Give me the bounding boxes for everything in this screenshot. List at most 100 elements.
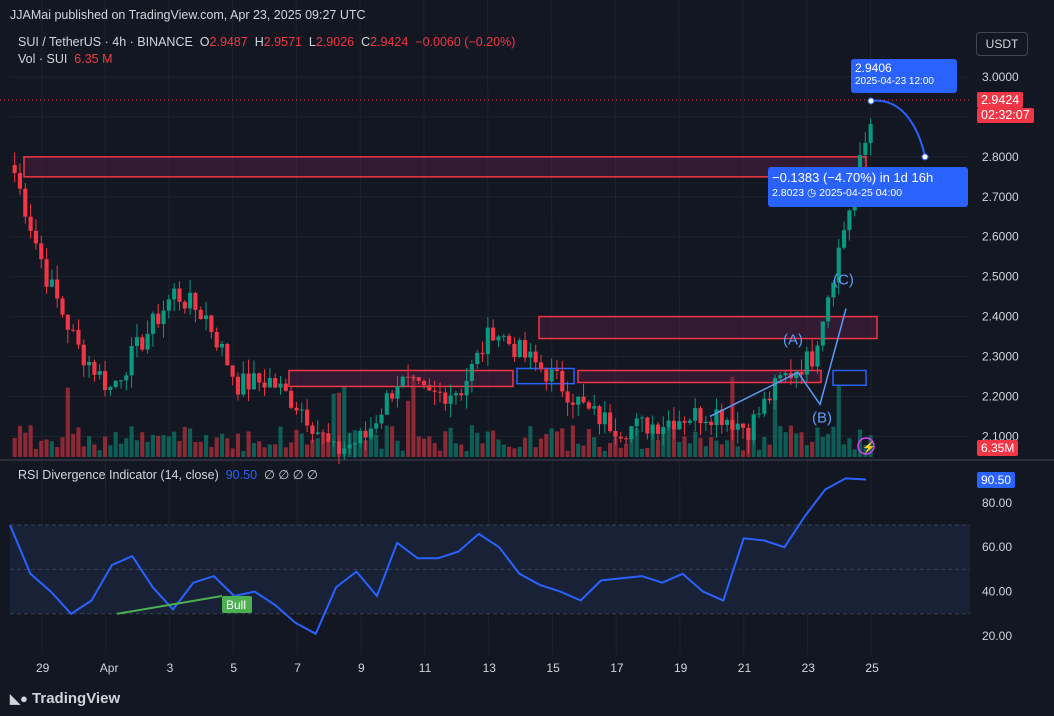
volume-bar	[501, 444, 506, 457]
volume-bar	[33, 449, 38, 457]
tradingview-logo[interactable]: ◣● TradingView	[10, 690, 120, 707]
candle-body	[528, 351, 533, 358]
close-value: 2.9424	[370, 35, 409, 49]
volume-bar	[512, 448, 517, 457]
candle-body	[65, 314, 70, 330]
volume-bar	[209, 446, 214, 457]
candle-body	[677, 421, 682, 430]
candle-body	[39, 243, 44, 260]
volume-bar	[682, 436, 687, 457]
volume-bar	[204, 435, 209, 457]
volume-bar	[166, 436, 171, 457]
candle-body	[214, 331, 219, 348]
symbol-name[interactable]: SUI / TetherUS · 4h · BINANCE	[18, 35, 193, 49]
candle-body	[459, 393, 464, 396]
volume-bar	[55, 446, 60, 457]
volume-bar	[586, 429, 591, 457]
currency-button[interactable]: USDT	[976, 32, 1028, 56]
lightning-icon-glyph: ⚡	[862, 441, 876, 454]
tradingview-brand-text: TradingView	[32, 690, 121, 707]
volume-bar	[815, 427, 820, 457]
candle-body	[682, 421, 687, 423]
volume-bar	[198, 441, 203, 457]
volume-bar	[725, 440, 730, 457]
candle-body	[756, 413, 762, 415]
candle-body	[283, 383, 288, 391]
candle-body	[778, 375, 783, 379]
volume-tag: 6.35M	[977, 440, 1019, 456]
candle-body	[820, 321, 825, 346]
volume-bar	[597, 446, 602, 457]
volume-bar	[289, 442, 294, 457]
candle-body	[273, 378, 278, 388]
candle-body	[358, 430, 363, 444]
candle-body	[347, 444, 352, 449]
rsi-header: RSI Divergence Indicator (14, close) 90.…	[18, 467, 318, 482]
volume-bar	[161, 435, 166, 457]
candle-body	[624, 438, 629, 440]
candle-body	[533, 351, 538, 363]
candle-body	[315, 432, 320, 434]
candle-body	[49, 279, 54, 287]
candle-body	[102, 371, 108, 390]
volume-bar	[847, 438, 852, 457]
rsi-title[interactable]: RSI Divergence Indicator (14, close)	[18, 468, 219, 482]
volume-bar	[374, 434, 379, 457]
time-tick-label: 21	[738, 661, 752, 675]
volume-label[interactable]: Vol · SUI	[18, 52, 67, 66]
candle-body	[97, 371, 102, 375]
rsi-tick-label: 20.00	[982, 629, 1012, 643]
candle-body	[188, 292, 193, 309]
candle-body	[336, 441, 342, 454]
volume-bar	[172, 431, 177, 457]
volume-bar	[294, 429, 299, 457]
volume-bar	[416, 436, 421, 457]
volume-bar	[836, 385, 841, 457]
candle-body	[166, 299, 171, 311]
volume-bar	[645, 448, 650, 457]
candle-body	[671, 420, 676, 430]
projection-start-label: 2.9406 2025-04-23 12:00	[851, 59, 957, 93]
volume-bar	[687, 443, 692, 457]
candle-body	[826, 297, 831, 322]
volume-bar	[427, 436, 432, 457]
candle-body	[863, 142, 868, 156]
candle-body	[177, 288, 182, 302]
bull-label: Bull	[226, 598, 246, 612]
candle-body	[118, 380, 124, 382]
candle-body	[384, 393, 389, 415]
volume-bar	[129, 426, 134, 457]
volume-bar	[804, 445, 809, 457]
projection-start-point	[867, 97, 875, 105]
volume-value: 6.35 M	[74, 52, 113, 66]
volume-bar	[842, 444, 847, 457]
volume-bar	[134, 440, 139, 457]
volume-bar	[831, 426, 836, 457]
volume-bar	[39, 440, 44, 457]
candle-body	[581, 396, 586, 403]
volume-bar	[331, 393, 336, 457]
candle-body	[597, 406, 602, 425]
chart-canvas[interactable]: (A)(B)(C)⚡ Bull 3.00002.90002.80002.7000…	[0, 0, 1054, 716]
candle-body	[842, 230, 847, 248]
candle-body	[108, 387, 113, 390]
volume-bar	[459, 444, 464, 457]
volume-bar	[608, 442, 613, 457]
change-value: −0.0060 (−0.20%)	[415, 35, 516, 49]
candle-body	[517, 340, 522, 358]
rsi-value-tag: 90.50	[977, 472, 1016, 488]
candle-body	[491, 327, 496, 341]
volume-bar	[44, 439, 49, 457]
price-tick-label: 2.8000	[982, 150, 1019, 164]
candle-body	[374, 423, 379, 429]
candle-body	[17, 173, 23, 189]
volume-bar	[87, 436, 92, 457]
candle-body	[703, 421, 708, 424]
publisher-line: JJAMai published on TradingView.com, Apr…	[10, 8, 366, 22]
time-tick-label: 9	[358, 661, 365, 675]
volume-bar	[464, 450, 469, 457]
volume-bar	[188, 428, 193, 457]
candle-body	[71, 329, 76, 331]
candle-body	[12, 165, 17, 174]
volume-bar	[767, 444, 772, 457]
